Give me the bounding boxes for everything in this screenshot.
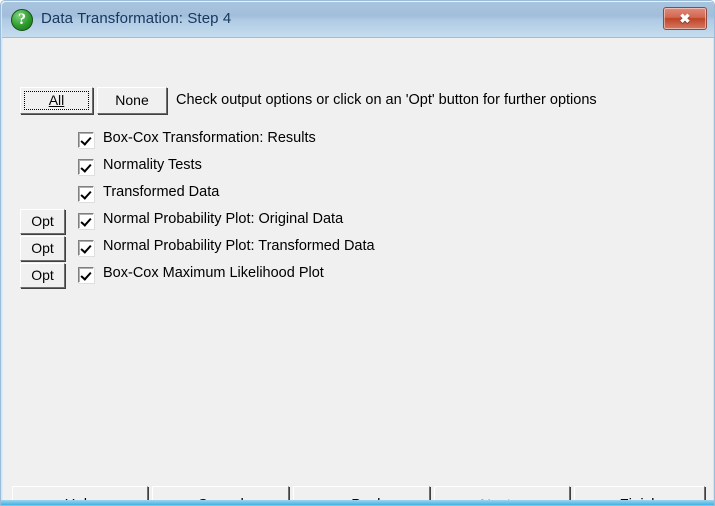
- option-label: Normal Probability Plot: Transformed Dat…: [103, 238, 375, 254]
- option-row: Transformed Data: [4, 184, 713, 206]
- dialog-window: ? Data Transformation: Step 4 ✖ All None…: [0, 0, 715, 506]
- checkbox-npp-original[interactable]: [78, 213, 94, 229]
- instruction-text: Check output options or click on an 'Opt…: [176, 92, 597, 108]
- title-bar[interactable]: ? Data Transformation: Step 4 ✖: [2, 2, 714, 38]
- checkbox-transformed-data[interactable]: [78, 186, 94, 202]
- option-label: Box-Cox Transformation: Results: [103, 130, 316, 146]
- select-all-button[interactable]: All: [20, 87, 93, 114]
- select-all-label: All: [48, 92, 65, 108]
- opt-button-max-likelihood[interactable]: Opt: [20, 263, 65, 288]
- checkbox-max-likelihood[interactable]: [78, 267, 94, 283]
- option-row: Normality Tests: [4, 157, 713, 179]
- option-label: Normal Probability Plot: Original Data: [103, 211, 344, 227]
- option-row: Box-Cox Transformation: Results: [4, 130, 713, 152]
- select-none-label: None: [115, 92, 149, 108]
- help-question-icon: ?: [11, 9, 33, 31]
- opt-button-npp-original[interactable]: Opt: [20, 209, 65, 234]
- dialog-client-area: All None Check output options or click o…: [4, 38, 713, 505]
- option-label: Box-Cox Maximum Likelihood Plot: [103, 265, 324, 281]
- option-row: Opt Normal Probability Plot: Original Da…: [4, 209, 713, 234]
- option-label: Transformed Data: [103, 184, 220, 200]
- close-button[interactable]: ✖: [663, 7, 707, 30]
- opt-button-npp-transformed[interactable]: Opt: [20, 236, 65, 261]
- option-label: Normality Tests: [103, 157, 202, 173]
- window-title: Data Transformation: Step 4: [41, 10, 232, 27]
- checkbox-npp-transformed[interactable]: [78, 240, 94, 256]
- option-row: Opt Box-Cox Maximum Likelihood Plot: [4, 263, 713, 288]
- option-row: Opt Normal Probability Plot: Transformed…: [4, 236, 713, 261]
- window-frame-bottom: [1, 500, 714, 505]
- checkbox-box-cox-results[interactable]: [78, 132, 94, 148]
- select-none-button[interactable]: None: [97, 87, 167, 114]
- opt-button-label: Opt: [31, 240, 54, 256]
- checkbox-normality-tests[interactable]: [78, 159, 94, 175]
- opt-button-label: Opt: [31, 267, 54, 283]
- close-icon: ✖: [679, 11, 691, 26]
- opt-button-label: Opt: [31, 213, 54, 229]
